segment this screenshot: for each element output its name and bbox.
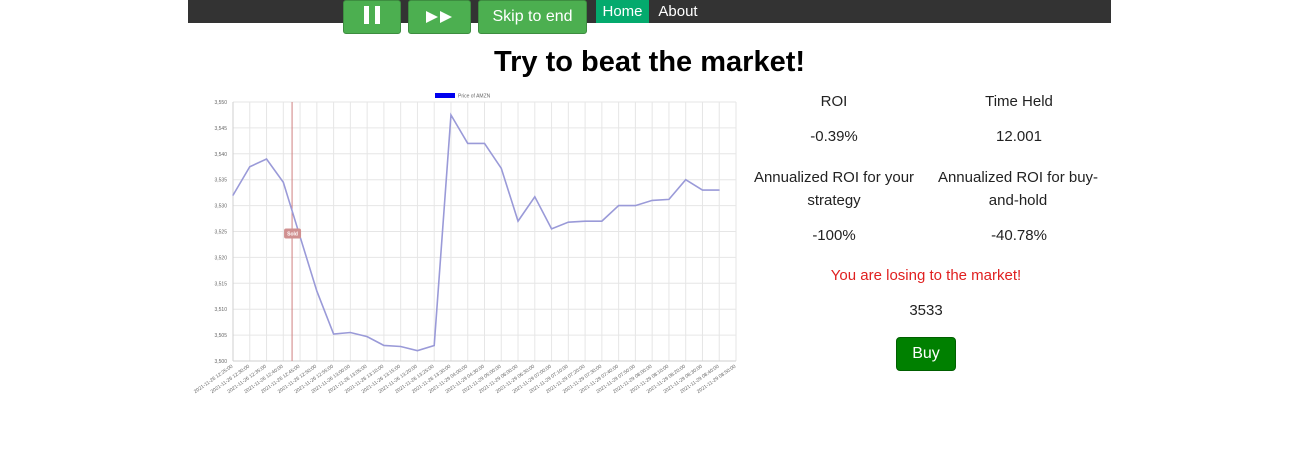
time-held-value: 12.001 (996, 128, 1042, 145)
data-point (282, 181, 284, 183)
status-message: You are losing to the market! (830, 267, 1022, 284)
data-point (232, 194, 234, 196)
annualized-strategy-label: Annualized ROI for your strategy (753, 169, 915, 209)
data-point (685, 179, 687, 181)
data-point (433, 344, 435, 347)
data-point (651, 199, 653, 202)
annualized-hold-value: -40.78% (991, 227, 1047, 244)
y-tick-label: 3,535 (214, 178, 227, 184)
data-point (349, 331, 351, 334)
price-chart-svg: 3,550 3,545 3,540 3,535 3,530 3,525 3,520 3,515… (193, 93, 737, 395)
fast-forward-icon (425, 11, 452, 23)
data-point (467, 142, 469, 145)
y-tick-label: 3,525 (214, 230, 227, 236)
y-tick-label: 3,510 (214, 307, 227, 313)
nav-about-link[interactable]: About (649, 0, 707, 23)
y-tick-label: 3,540 (214, 152, 227, 158)
y-tick-label: 3,520 (214, 255, 227, 261)
y-tick-label: 3,500 (214, 359, 227, 365)
data-point (416, 350, 419, 352)
data-point (517, 220, 519, 222)
data-point (584, 220, 586, 222)
skip-to-end-button[interactable]: Skip to end (478, 0, 587, 34)
series-line-amzn (232, 112, 720, 352)
data-point (450, 114, 452, 116)
current-price: 3533 (909, 302, 943, 319)
roi-label: ROI (820, 93, 848, 110)
data-point (701, 189, 704, 191)
y-tick-label: 3,515 (214, 281, 227, 287)
price-chart: 3,550 3,545 3,540 3,535 3,530 3,525 3,520 3,515… (190, 90, 740, 405)
pause-button[interactable] (343, 0, 401, 34)
data-point (618, 205, 620, 207)
annualized-hold-label: Annualized ROI for buy-and-hold (937, 169, 1099, 209)
y-tick-label: 3,550 (214, 100, 227, 106)
sold-label: Sold (287, 232, 298, 238)
legend-swatch (435, 93, 455, 98)
data-point (601, 220, 603, 222)
data-point (400, 345, 402, 348)
page-title: Try to beat the market! (493, 46, 806, 78)
data-point (249, 166, 251, 168)
data-point (333, 333, 335, 335)
data-point (500, 167, 502, 169)
data-point (634, 205, 636, 207)
data-point (567, 221, 569, 223)
time-held-label: Time Held (985, 93, 1053, 110)
data-point (668, 198, 670, 200)
data-point (383, 344, 385, 347)
data-point (316, 290, 318, 292)
y-tick-label: 3,530 (214, 204, 227, 210)
data-point (534, 196, 536, 198)
y-tick-label: 3,505 (214, 333, 227, 339)
legend-label: Price of AMZN (458, 94, 491, 100)
data-point (265, 158, 268, 160)
buy-button[interactable]: Buy (896, 337, 956, 371)
data-point (550, 228, 553, 230)
data-point (483, 142, 486, 145)
annualized-strategy-value: -100% (812, 227, 856, 244)
roi-value: -0.39% (810, 128, 858, 145)
data-point (366, 336, 368, 338)
nav-home-link[interactable]: Home (596, 0, 649, 23)
pause-icon (361, 5, 383, 29)
fast-forward-button[interactable] (408, 0, 471, 34)
y-tick-label: 3,545 (214, 126, 227, 132)
navbar: Home About (188, 0, 1111, 23)
data-point (718, 189, 720, 191)
